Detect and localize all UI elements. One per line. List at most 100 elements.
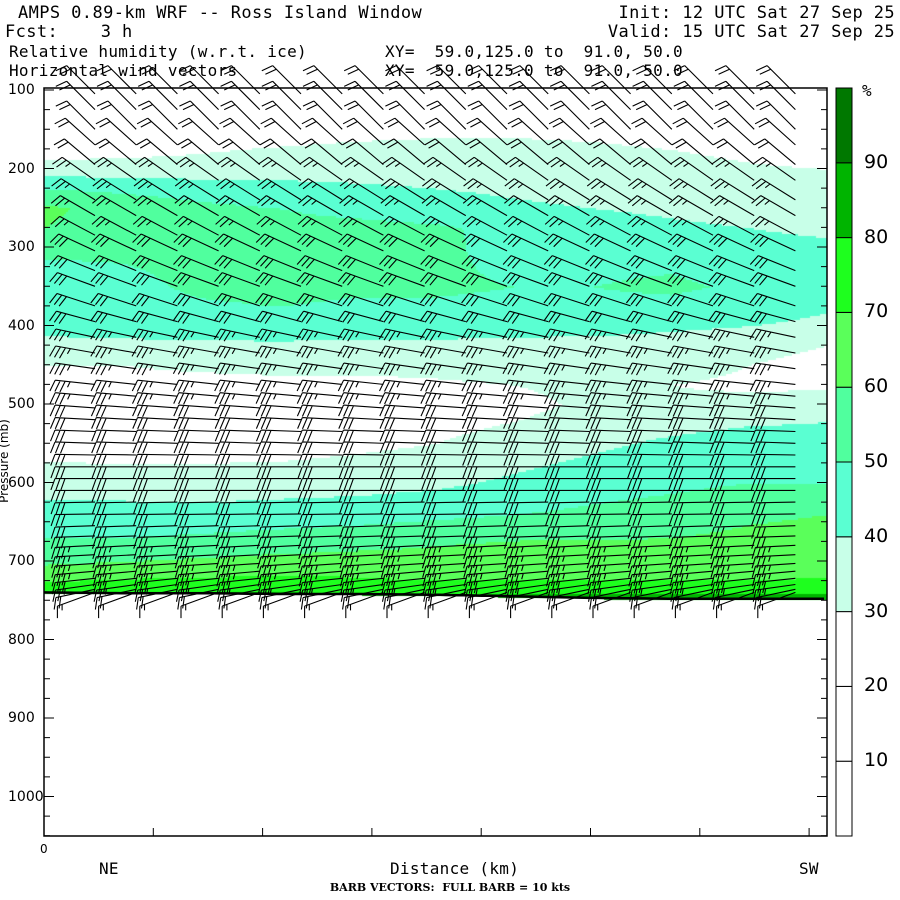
wind-barb [461,328,508,342]
wind-barb [461,441,508,454]
wind-barb [50,478,95,491]
wind-barb [255,272,302,287]
wind-barb [420,441,466,454]
wind-barb [586,562,631,578]
wind-barb [55,80,96,110]
wind-barb [174,562,219,578]
wind-barb [750,501,796,515]
wind-barb [338,513,384,527]
wind-barb [626,429,672,442]
wind-barb [132,453,178,466]
wind-barb [131,310,178,324]
wind-barb [379,441,425,454]
barb-legend: BARB VECTORS: FULL BARB = 10 kts [329,881,571,894]
wind-barb [213,310,260,324]
wind-barb [299,156,343,181]
wind-barb [461,233,508,252]
wind-barb [255,233,302,252]
colorbar-swatch [835,685,853,762]
colorbar-swatch [835,311,853,388]
wind-barb [543,310,590,324]
wind-barb [383,138,425,166]
wind-barb [667,441,714,454]
wind-barb [337,310,384,324]
wind-barb [626,272,672,287]
wind-barb [90,362,137,376]
wind-barb [337,292,384,307]
wind-barb [49,362,96,376]
wind-barb [172,328,219,342]
wind-barb [584,362,631,376]
wind-barb [338,478,384,491]
wind-barb [131,345,178,359]
y-tick-label: 100 [8,82,35,98]
wind-barb [462,489,507,502]
y-axis-title: Pressure (mb) [0,419,11,503]
wind-barb [632,80,673,110]
wind-barb [137,80,178,110]
wind-barb [91,441,137,454]
wind-barb [750,417,796,430]
wind-barb [503,478,549,491]
colorbar-swatch [835,461,853,538]
wind-barb [750,478,796,491]
wind-barb [338,404,384,418]
wind-barb [215,478,260,491]
wind-barb [709,489,755,502]
wind-barb [420,272,466,287]
wind-barb [708,362,755,376]
wind-barb [709,513,755,527]
wind-barb [585,417,631,430]
wind-barb [338,489,384,502]
wind-barb [214,441,260,454]
wind-barb [50,489,95,502]
wind-barb [626,362,672,376]
wind-barb [584,292,631,307]
wind-barb [215,215,261,236]
wind-barb [673,80,714,110]
wind-barb [461,379,508,393]
wind-barb [749,310,796,324]
wind-barb [337,328,384,342]
wind-barb [711,156,755,181]
wind-barb [174,501,219,515]
wind-barb [380,195,425,217]
wind-barb [91,501,137,515]
wind-barb [667,345,714,359]
wind-barb [175,156,219,181]
wind-barb [339,562,384,578]
wind-barb [544,417,590,430]
wind-barb [503,417,549,430]
wind-barb [630,138,673,166]
wind-barb [52,156,96,181]
wind-barb [340,156,384,181]
wind-barb [750,513,796,527]
wind-barb [214,417,260,430]
wind-barb [502,255,549,272]
wind-barb [337,255,384,272]
wind-barb [545,562,590,578]
colorbar-label: 10 [864,749,889,772]
wind-barb [708,404,755,418]
wind-barb [90,392,137,405]
wind-barb [343,80,384,110]
wind-barb [502,345,549,359]
wind-barb [256,513,302,527]
wind-barb [749,292,796,307]
wind-barb [586,501,631,515]
y-tick-label: 300 [8,239,35,255]
wind-barb [463,178,508,201]
wind-barb [131,328,178,342]
wind-barb [421,513,466,527]
wind-barb [667,292,714,307]
wind-barb [378,272,425,287]
wind-barb [668,195,714,217]
wind-barb [585,489,631,502]
wind-barb [626,392,672,405]
wind-barb [256,215,302,236]
wind-barb [465,138,508,166]
wind-barb [708,345,755,359]
wind-barb [259,138,302,166]
wind-barb [502,272,549,287]
wind-barb [708,272,755,287]
